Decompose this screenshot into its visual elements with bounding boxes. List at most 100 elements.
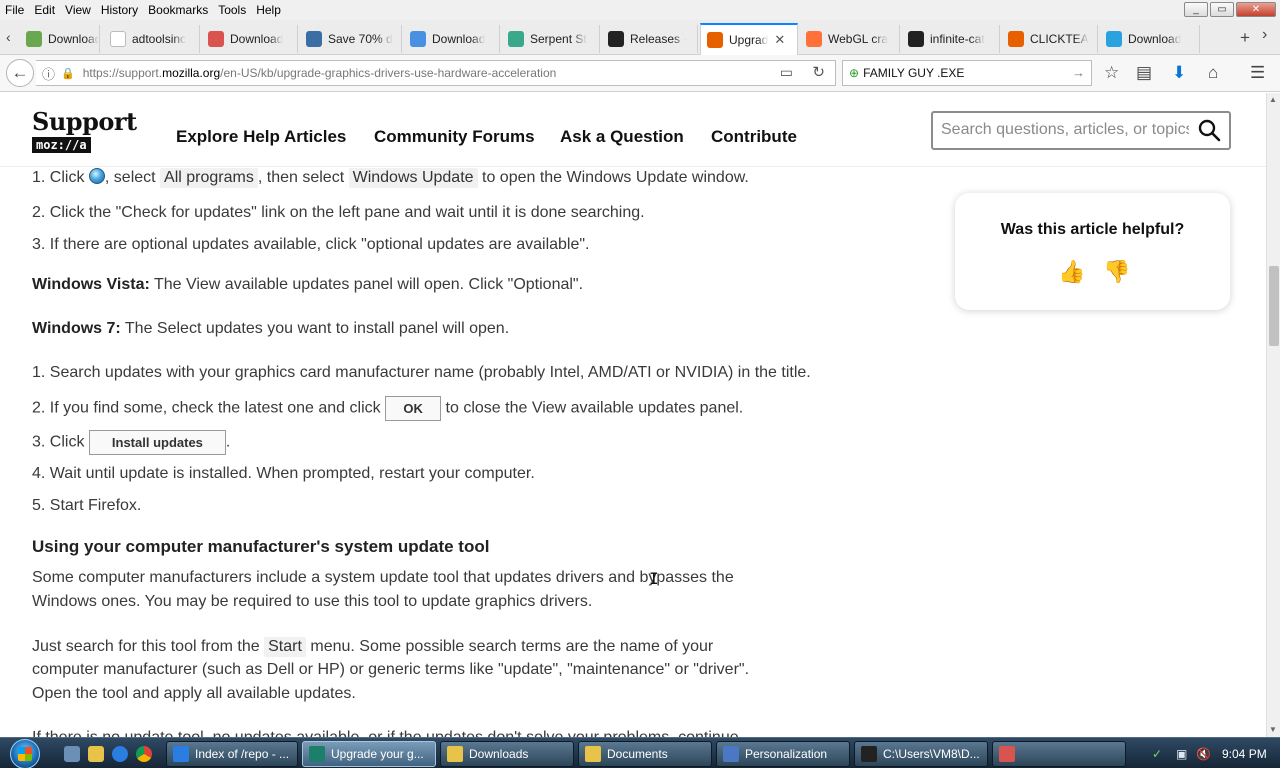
- support-logo[interactable]: Support moz://a: [32, 107, 137, 154]
- tab-favicon-icon: [26, 31, 42, 47]
- taskbar-button-label: Downloads: [469, 747, 529, 761]
- taskbar-button[interactable]: [992, 741, 1126, 767]
- vertical-scrollbar[interactable]: ▲ ▼: [1266, 93, 1280, 737]
- close-window-button[interactable]: ✕: [1236, 2, 1276, 17]
- search-engine-icon[interactable]: ⊕: [849, 66, 859, 80]
- taskbar-button[interactable]: C:\Users\VM8\D...: [854, 741, 988, 767]
- browser-tab[interactable]: Upgrad ✕: [700, 23, 798, 55]
- tab-scroll-right-icon[interactable]: ›: [1262, 26, 1267, 44]
- section-heading: Using your computer manufacturer's syste…: [32, 537, 490, 556]
- windows-vista-note: Windows Vista: The View available update…: [32, 276, 584, 293]
- taskbar-button-label: Documents: [607, 747, 668, 761]
- taskbar-button[interactable]: Documents: [578, 741, 712, 767]
- tray-volume-icon[interactable]: 🔇: [1196, 747, 1211, 761]
- browser-tab[interactable]: Download: [404, 25, 500, 53]
- taskbar-button-label: C:\Users\VM8\D...: [883, 747, 980, 761]
- menu-file[interactable]: File: [0, 3, 29, 17]
- browser-tab[interactable]: Download: [1100, 25, 1200, 53]
- browser-tab[interactable]: Serpent St: [502, 25, 600, 53]
- nav-community-forums[interactable]: Community Forums: [374, 127, 535, 147]
- browser-tab[interactable]: Download: [20, 25, 100, 53]
- minimize-button[interactable]: _: [1184, 2, 1208, 17]
- browser-tab[interactable]: infinite-cat: [902, 25, 1000, 53]
- tab-favicon-icon: [508, 31, 524, 47]
- menu-view[interactable]: View: [60, 3, 96, 17]
- win7-step-1: 1. Search updates with your graphics car…: [32, 364, 811, 381]
- url-bar[interactable]: ⓘ 🔒 https://support.mozilla.org/en-US/kb…: [36, 60, 836, 86]
- tray-network-icon[interactable]: ✓: [1152, 747, 1162, 761]
- start-menu-label: Start: [264, 637, 306, 657]
- windows-start-orb-icon: [88, 168, 105, 184]
- reload-icon[interactable]: ↻: [812, 63, 825, 81]
- internet-explorer-icon[interactable]: [112, 746, 128, 762]
- tab-label: WebGL cra: [828, 32, 889, 46]
- thumbs-up-icon[interactable]: 👍: [1058, 259, 1085, 285]
- menu-help[interactable]: Help: [251, 3, 286, 17]
- back-button[interactable]: ←: [6, 59, 34, 87]
- show-desktop-icon[interactable]: [64, 746, 80, 762]
- taskbar-button-label: Index of /repo - ...: [195, 747, 290, 761]
- mozilla-badge: moz://a: [32, 137, 91, 153]
- tray-monitor-icon[interactable]: ▣: [1176, 747, 1187, 761]
- tab-label: Download: [48, 32, 99, 46]
- browser-search-input[interactable]: FAMILY GUY .EXE: [863, 66, 964, 80]
- win7-step-2: 2. If you find some, check the latest on…: [32, 396, 743, 421]
- search-go-icon[interactable]: →: [1072, 65, 1085, 80]
- scroll-down-icon[interactable]: ▼: [1269, 725, 1277, 734]
- taskbar-app-icon: [173, 746, 189, 762]
- menu-bookmarks[interactable]: Bookmarks: [143, 3, 213, 17]
- nav-contribute[interactable]: Contribute: [711, 127, 797, 147]
- windows-flag-icon: [18, 747, 32, 761]
- browser-tab[interactable]: CLICKTEA: [1002, 25, 1098, 53]
- tab-label: Save 70% d: [328, 32, 393, 46]
- menu-tools[interactable]: Tools: [213, 3, 251, 17]
- reader-view-icon[interactable]: ▭: [780, 64, 793, 81]
- close-tab-icon[interactable]: ✕: [774, 32, 785, 48]
- downloads-icon[interactable]: ⬇: [1172, 63, 1186, 83]
- nav-ask-a-question[interactable]: Ask a Question: [560, 127, 684, 147]
- taskbar-button-label: Upgrade your g...: [331, 747, 424, 761]
- home-icon[interactable]: ⌂: [1208, 63, 1218, 83]
- url-text[interactable]: https://support.mozilla.org/en-US/kb/upg…: [83, 66, 557, 80]
- scroll-up-icon[interactable]: ▲: [1269, 95, 1277, 104]
- menu-history[interactable]: History: [96, 3, 143, 17]
- taskbar-button[interactable]: Upgrade your g...: [302, 741, 436, 767]
- paragraph-2-line-2: computer manufacturer (such as Dell or H…: [32, 661, 750, 678]
- library-icon[interactable]: ▤: [1136, 63, 1152, 83]
- browser-tab[interactable]: Save 70% d: [300, 25, 402, 53]
- chrome-icon[interactable]: [136, 746, 152, 762]
- tab-favicon-icon: [1106, 31, 1122, 47]
- scroll-thumb[interactable]: [1269, 266, 1279, 346]
- search-icon[interactable]: [1197, 118, 1221, 142]
- bookmark-star-icon[interactable]: ☆: [1104, 63, 1119, 83]
- taskbar-button[interactable]: Downloads: [440, 741, 574, 767]
- site-search-input[interactable]: [941, 121, 1189, 139]
- taskbar-app-icon: [309, 746, 325, 762]
- paragraph-1-line-2: Windows ones. You may be required to use…: [32, 593, 593, 610]
- taskbar-button[interactable]: Personalization: [716, 741, 850, 767]
- taskbar-app-icon: [999, 746, 1015, 762]
- new-tab-icon[interactable]: +: [1240, 28, 1250, 48]
- info-icon[interactable]: ⓘ: [42, 64, 55, 83]
- tab-scroll-left-icon[interactable]: ‹: [6, 29, 11, 45]
- tab-label: Upgrad: [729, 33, 769, 47]
- browser-search-bar[interactable]: ⊕ FAMILY GUY .EXE →: [842, 60, 1092, 86]
- thumbs-down-icon[interactable]: 👎: [1103, 259, 1130, 285]
- taskbar-button-label: Personalization: [745, 747, 828, 761]
- browser-tab[interactable]: adtoolsinc: [104, 25, 200, 53]
- start-button[interactable]: [10, 739, 40, 768]
- tab-strip: ‹ Download adtoolsinc Download Save 70% d Do…: [0, 20, 1280, 55]
- browser-tab[interactable]: WebGL cra: [800, 25, 900, 53]
- nav-explore-help-articles[interactable]: Explore Help Articles: [176, 127, 346, 147]
- site-search-box: [931, 111, 1231, 150]
- hamburger-menu-icon[interactable]: ☰: [1250, 63, 1265, 83]
- menu-edit[interactable]: Edit: [29, 3, 60, 17]
- browser-tab[interactable]: Releases ·: [602, 25, 698, 53]
- taskbar-button[interactable]: Index of /repo - ...: [166, 741, 298, 767]
- tray-clock[interactable]: 9:04 PM: [1222, 747, 1267, 761]
- explorer-icon[interactable]: [88, 746, 104, 762]
- taskbar-app-icon: [447, 746, 463, 762]
- maximize-button[interactable]: ▭: [1210, 2, 1234, 17]
- browser-tab[interactable]: Download: [202, 25, 298, 53]
- logo-word: Support: [32, 107, 137, 136]
